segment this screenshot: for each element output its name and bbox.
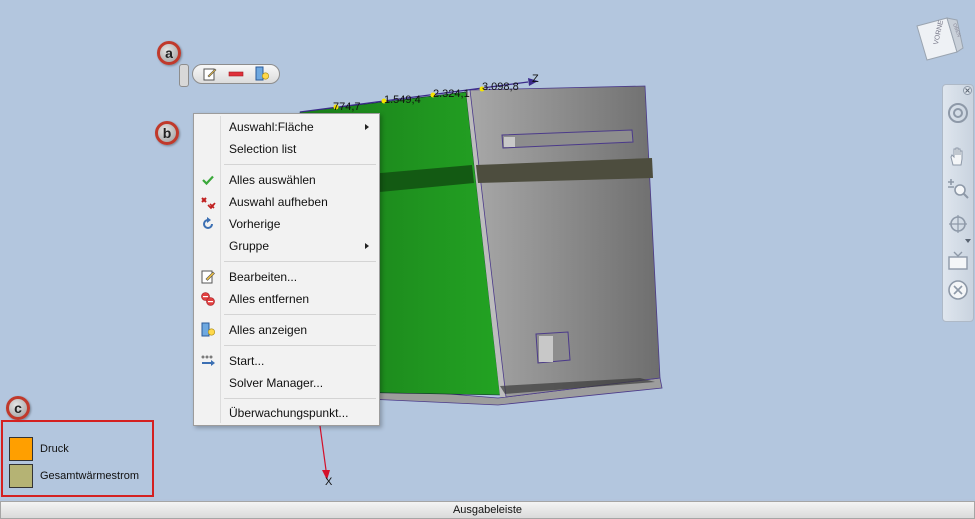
callout-b: b (155, 121, 179, 145)
start-icon (201, 355, 215, 366)
look-at-icon[interactable] (947, 250, 969, 272)
menu-item-bearbeiten[interactable]: Bearbeiten... (194, 266, 379, 288)
menu-item-label: Selection list (229, 142, 297, 156)
menu-item-label: Gruppe (229, 239, 270, 253)
pan-hand-icon[interactable] (947, 145, 969, 167)
deselect-icon (201, 197, 216, 210)
z-tick-label: 2.324,1 (433, 88, 470, 100)
close-icon[interactable] (963, 86, 972, 95)
submenu-arrow-icon (365, 243, 369, 249)
output-bar[interactable]: Ausgabeleiste (0, 501, 975, 519)
callout-a: a (157, 41, 181, 65)
viewcube[interactable]: VORNE OBEN (913, 14, 965, 62)
callout-c: c (6, 396, 30, 420)
menu-separator (224, 314, 376, 315)
menu-item-vorherige[interactable]: Vorherige (194, 213, 379, 235)
3d-viewport[interactable]: 774,7 1.549,4 2.324,1 3.098,8 Z X a b c (0, 0, 975, 499)
orbit-dropdown-icon[interactable] (965, 238, 971, 244)
menu-item-label: Alles entfernen (229, 292, 310, 306)
edit-icon (201, 270, 215, 284)
navigation-bar (942, 84, 974, 322)
menu-item-label: Solver Manager... (229, 376, 324, 390)
context-menu: Auswahl:Fläche Selection list Alles ausw… (193, 113, 380, 426)
remove-icon (228, 71, 244, 77)
menu-item-auswahl-flaeche[interactable]: Auswahl:Fläche (194, 116, 379, 138)
menu-item-label: Start... (229, 354, 265, 368)
z-tick-label: 1.549,4 (384, 94, 421, 106)
x-axis-line (319, 425, 327, 471)
menu-item-label: Vorherige (229, 217, 281, 231)
menu-separator (224, 398, 376, 399)
menu-item-alles-entfernen[interactable]: Alles entfernen (194, 288, 379, 310)
show-all-icon (201, 322, 216, 337)
model-top-slot-inner (504, 137, 515, 147)
legend-label: Gesamtwärmestrom (40, 470, 140, 482)
menu-separator (224, 261, 376, 262)
remove-all-icon (201, 292, 215, 306)
menu-item-label: Alles auswählen (229, 173, 316, 187)
previous-icon (203, 217, 213, 229)
remove-button[interactable] (225, 66, 247, 82)
mini-toolbar-grip[interactable] (179, 64, 189, 87)
menu-item-selection-list[interactable]: Selection list (194, 138, 379, 160)
menu-item-label: Auswahl:Fläche (229, 120, 314, 134)
menu-item-auswahl-aufheben[interactable]: Auswahl aufheben (194, 191, 379, 213)
menu-item-label: Alles anzeigen (229, 323, 308, 337)
check-icon (202, 175, 214, 186)
submenu-arrow-icon (365, 124, 369, 130)
edit-button[interactable] (199, 66, 221, 82)
menu-separator (224, 345, 376, 346)
steering-wheel-icon[interactable] (947, 102, 969, 124)
show-all-button[interactable] (251, 66, 273, 82)
menu-item-ueberwachungspunkt[interactable]: Überwachungspunkt... (194, 402, 379, 424)
menu-item-label: Auswahl aufheben (229, 195, 328, 209)
legend-swatch (9, 437, 33, 461)
zoom-icon[interactable] (947, 177, 969, 199)
z-tick-label: 3.098,8 (482, 81, 519, 93)
menu-item-start[interactable]: Start... (194, 350, 379, 372)
z-axis-label: Z (532, 73, 539, 85)
orbit-icon[interactable] (947, 213, 969, 235)
x-axis-label: X (325, 476, 333, 488)
menu-item-alles-auswaehlen[interactable]: Alles auswählen (194, 169, 379, 191)
menu-item-alles-anzeigen[interactable]: Alles anzeigen (194, 319, 379, 341)
menu-item-gruppe[interactable]: Gruppe (194, 235, 379, 257)
home-icon[interactable] (947, 279, 969, 301)
z-tick-label: 774,7 (333, 101, 361, 113)
edit-icon (203, 68, 217, 81)
menu-item-label: Überwachungspunkt... (229, 406, 349, 420)
legend-swatch (9, 464, 33, 488)
menu-item-solver-manager[interactable]: Solver Manager... (194, 372, 379, 394)
legend: Druck Gesamtwärmestrom (1, 420, 154, 497)
legend-label: Druck (40, 443, 69, 455)
menu-separator (224, 164, 376, 165)
model-bottom-slot-inner (539, 336, 553, 362)
menu-item-label: Bearbeiten... (229, 270, 298, 284)
mini-toolbar (192, 64, 280, 84)
show-all-icon (255, 66, 270, 81)
